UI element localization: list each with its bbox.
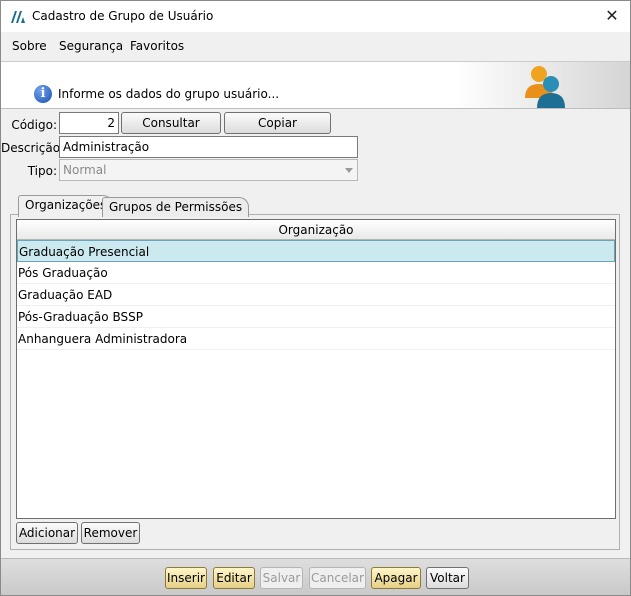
banner-message: Informe os dados do grupo usuário... xyxy=(58,87,280,101)
menu-favoritos[interactable]: Favoritos xyxy=(130,39,184,53)
table-row[interactable]: Anhanguera Administradora xyxy=(17,328,615,350)
main-window: Cadastro de Grupo de Usuário ✕ Sobre Seg… xyxy=(0,0,631,596)
remover-button[interactable]: Remover xyxy=(81,522,140,544)
menu-sobre[interactable]: Sobre xyxy=(12,39,47,53)
voltar-button[interactable]: Voltar xyxy=(426,567,469,589)
apagar-button[interactable]: Apagar xyxy=(371,567,421,589)
editar-button[interactable]: Editar xyxy=(213,567,255,589)
column-header-organizacao[interactable]: Organização xyxy=(17,220,615,240)
codigo-label: Código: xyxy=(11,118,57,132)
consultar-button[interactable]: Consultar xyxy=(121,112,221,134)
tab-grupos-permissoes[interactable]: Grupos de Permissões xyxy=(102,197,250,217)
table-row[interactable]: Graduação Presencial xyxy=(17,240,615,262)
tab-organizacoes[interactable]: Organizações xyxy=(18,195,114,217)
window-title: Cadastro de Grupo de Usuário xyxy=(32,9,214,23)
descricao-label: Descrição: xyxy=(1,141,65,155)
salvar-button: Salvar xyxy=(260,567,303,589)
info-icon: i xyxy=(34,85,52,103)
table-row[interactable]: Pós Graduação xyxy=(17,262,615,284)
table-row[interactable]: Pós-Graduação BSSP xyxy=(17,306,615,328)
descricao-field[interactable]: Administração xyxy=(59,136,358,158)
app-logo-icon xyxy=(11,11,25,23)
copiar-permissoes-button[interactable]: Copiar Permissões xyxy=(224,112,331,150)
inserir-button[interactable]: Inserir xyxy=(165,567,207,589)
title-bar: Cadastro de Grupo de Usuário ✕ xyxy=(1,1,630,32)
codigo-field[interactable]: 2 xyxy=(59,112,119,134)
menu-seguranca[interactable]: Segurança xyxy=(59,39,123,53)
info-banner: i Informe os dados do grupo usuário... xyxy=(1,61,630,109)
chevron-down-icon xyxy=(345,168,353,173)
menu-bar: Sobre Segurança Favoritos xyxy=(1,34,630,59)
close-icon[interactable]: ✕ xyxy=(600,4,624,28)
tipo-select: Normal xyxy=(59,159,358,181)
tipo-value: Normal xyxy=(63,163,107,177)
cancelar-button: Cancelar xyxy=(309,567,366,589)
table-row[interactable]: Graduação EAD xyxy=(17,284,615,306)
adicionar-button[interactable]: Adicionar xyxy=(16,522,78,544)
users-group-icon xyxy=(525,66,565,108)
organizacoes-table: Organização Graduação Presencial Pós Gra… xyxy=(16,219,616,519)
tipo-label: Tipo: xyxy=(27,164,57,178)
